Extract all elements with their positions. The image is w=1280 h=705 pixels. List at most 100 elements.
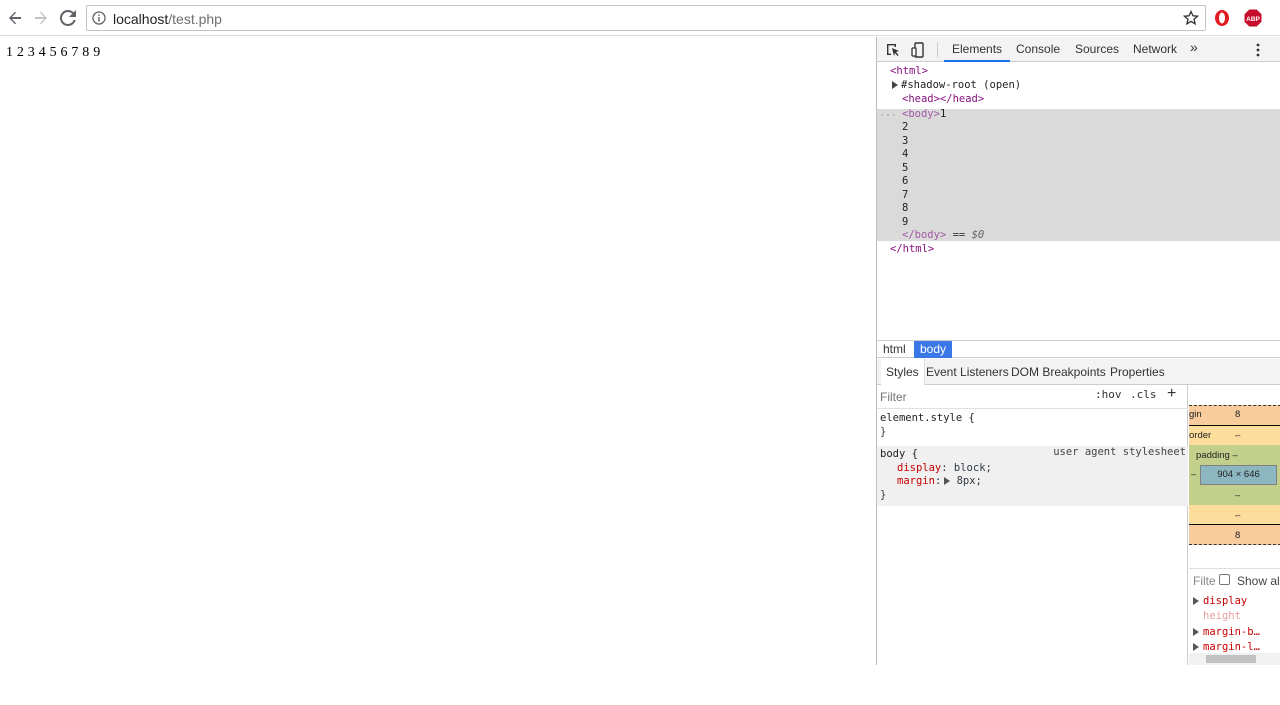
tab-sources[interactable]: Sources [1067, 37, 1127, 62]
svg-text:ABP: ABP [1246, 16, 1260, 23]
address-bar[interactable]: localhost/test.php [86, 5, 1206, 31]
opera-icon[interactable] [1213, 9, 1231, 27]
dom-text-line: 6 [902, 175, 909, 187]
dom-tree: ··· <html> #shadow-root (open) <head></h… [877, 62, 1280, 340]
dom-text-line: 2 [902, 121, 909, 133]
dom-text-line: 4 [902, 148, 909, 160]
body-ua-rule[interactable]: user agent stylesheet body { display: bl… [877, 446, 1188, 506]
computed-prop[interactable]: margin-l… [1193, 641, 1260, 653]
sidebar-tabs: Styles Event Listeners DOM Breakpoints P… [877, 359, 1280, 385]
node-actions-ellipsis[interactable]: ··· [879, 110, 897, 121]
declaration-display[interactable]: display: block; [877, 462, 1188, 476]
rule-close-brace: } [880, 488, 887, 501]
computed-prop-name: margin-l… [1203, 641, 1260, 653]
box-model-content[interactable]: 904 × 646 [1200, 465, 1277, 485]
devtools-toolbar: Elements Console Sources Network » [877, 37, 1280, 62]
adblock-plus-icon[interactable]: ABP [1244, 9, 1262, 27]
border-top-value[interactable]: – [1235, 430, 1240, 441]
scrollbar-thumb[interactable] [1206, 655, 1256, 663]
dom-text-line: 8 [902, 202, 909, 214]
device-toolbar-icon[interactable] [910, 42, 926, 58]
cls-button[interactable]: .cls [1130, 388, 1157, 401]
kebab-menu-icon[interactable] [1255, 42, 1261, 58]
url-path: /test.php [168, 11, 222, 27]
tab-styles[interactable]: Styles [881, 359, 925, 385]
styles-pane: :hov .cls + element.style { } user agent… [877, 385, 1188, 665]
dom-node-head[interactable]: <head></head> [902, 93, 1280, 107]
horizontal-scrollbar[interactable] [1189, 653, 1280, 665]
rule-source[interactable]: user agent stylesheet [1053, 446, 1186, 460]
box-model-pane: gin 8 order – padding – – 904 × 646 – – … [1189, 385, 1280, 665]
computed-filter-row: Filte Show all [1189, 568, 1280, 590]
property-value: 8px; [950, 475, 982, 487]
computed-prop[interactable]: display [1193, 595, 1247, 607]
inspect-element-icon[interactable] [885, 42, 901, 58]
margin-top-value[interactable]: 8 [1235, 409, 1240, 420]
property-value: block; [947, 461, 992, 474]
expand-triangle-icon[interactable] [1193, 643, 1199, 651]
dom-node-html-close[interactable]: </html> [890, 243, 1280, 257]
devtools-panel: Elements Console Sources Network » ··· <… [876, 37, 1280, 665]
reload-button[interactable] [56, 6, 80, 30]
border-bottom-value[interactable]: – [1235, 510, 1240, 521]
star-icon[interactable] [1183, 10, 1199, 26]
styles-filter-input[interactable] [880, 389, 1080, 405]
forward-button[interactable] [29, 6, 53, 30]
dom-node-shadow-root[interactable]: #shadow-root (open) [892, 79, 1280, 93]
dom-text-line: 7 [902, 188, 909, 201]
url-host: localhost [113, 11, 169, 27]
body-text-node: 1 [939, 108, 947, 120]
breadcrumb-html[interactable]: html [877, 341, 912, 358]
back-arrow-icon [9, 11, 21, 25]
new-rule-button[interactable]: + [1167, 385, 1176, 403]
dom-node-body-close[interactable]: </body> == $0 [902, 229, 1280, 243]
margin-bottom-value[interactable]: 8 [1235, 530, 1240, 541]
eq-marker: == [946, 229, 972, 241]
dom-node-body[interactable]: <body>1 [902, 108, 1280, 122]
element-style-rule[interactable]: element.style { } [877, 412, 1188, 439]
more-tabs-button[interactable]: » [1190, 39, 1198, 55]
back-button[interactable] [3, 6, 27, 30]
dom-node-html[interactable]: <html> [890, 65, 1280, 79]
forward-arrow-icon [35, 11, 47, 25]
reload-icon [60, 10, 76, 26]
toolbar-divider [937, 42, 938, 57]
show-all-checkbox[interactable] [1219, 574, 1230, 585]
border-label: order [1189, 430, 1212, 441]
tab-event-listeners[interactable]: Event Listeners [921, 359, 1014, 385]
tab-properties[interactable]: Properties [1105, 359, 1170, 385]
dom-text-line: 5 [902, 161, 909, 174]
computed-prop-name: display [1203, 595, 1248, 607]
show-all-label: Show all [1237, 574, 1280, 588]
styles-filter-row: :hov .cls + [877, 385, 1188, 409]
computed-prop[interactable]: height [1193, 610, 1241, 622]
html-open-tag: <html> [890, 65, 928, 77]
body-close-tag: </body> [902, 229, 947, 241]
padding-bottom-value[interactable]: – [1235, 490, 1240, 501]
tab-dom-breakpoints[interactable]: DOM Breakpoints [1006, 359, 1111, 385]
page-body-text: 1 2 3 4 5 6 7 8 9 [6, 45, 101, 60]
dom-text-line: 9 [902, 215, 909, 228]
padding-left-value[interactable]: – [1191, 469, 1196, 480]
html-close-tag: </html> [890, 243, 935, 255]
url-text: localhost/test.php [113, 11, 222, 27]
browser-toolbar: localhost/test.php ABP [0, 0, 1280, 36]
property-name: display [897, 461, 942, 474]
tab-elements[interactable]: Elements [944, 37, 1011, 62]
computed-prop-name: height [1203, 610, 1241, 622]
computed-prop[interactable]: margin-b… [1193, 626, 1260, 638]
info-icon[interactable] [92, 11, 106, 25]
tab-console[interactable]: Console [1008, 37, 1068, 62]
margin-label: gin [1189, 409, 1202, 420]
computed-prop-name: margin-b… [1203, 626, 1260, 638]
tab-network[interactable]: Network [1125, 37, 1185, 62]
element-style-selector: element.style { [880, 412, 975, 424]
hov-button[interactable]: :hov [1095, 388, 1122, 401]
computed-filter-input[interactable]: Filte [1193, 574, 1216, 588]
breadcrumb-body[interactable]: body [914, 341, 953, 358]
expand-triangle-icon[interactable] [1193, 628, 1199, 636]
expand-triangle-icon[interactable] [892, 81, 898, 89]
body-open-tag: <body> [902, 108, 940, 120]
declaration-margin[interactable]: margin: 8px; [877, 475, 1188, 489]
expand-triangle-icon[interactable] [1193, 597, 1199, 605]
